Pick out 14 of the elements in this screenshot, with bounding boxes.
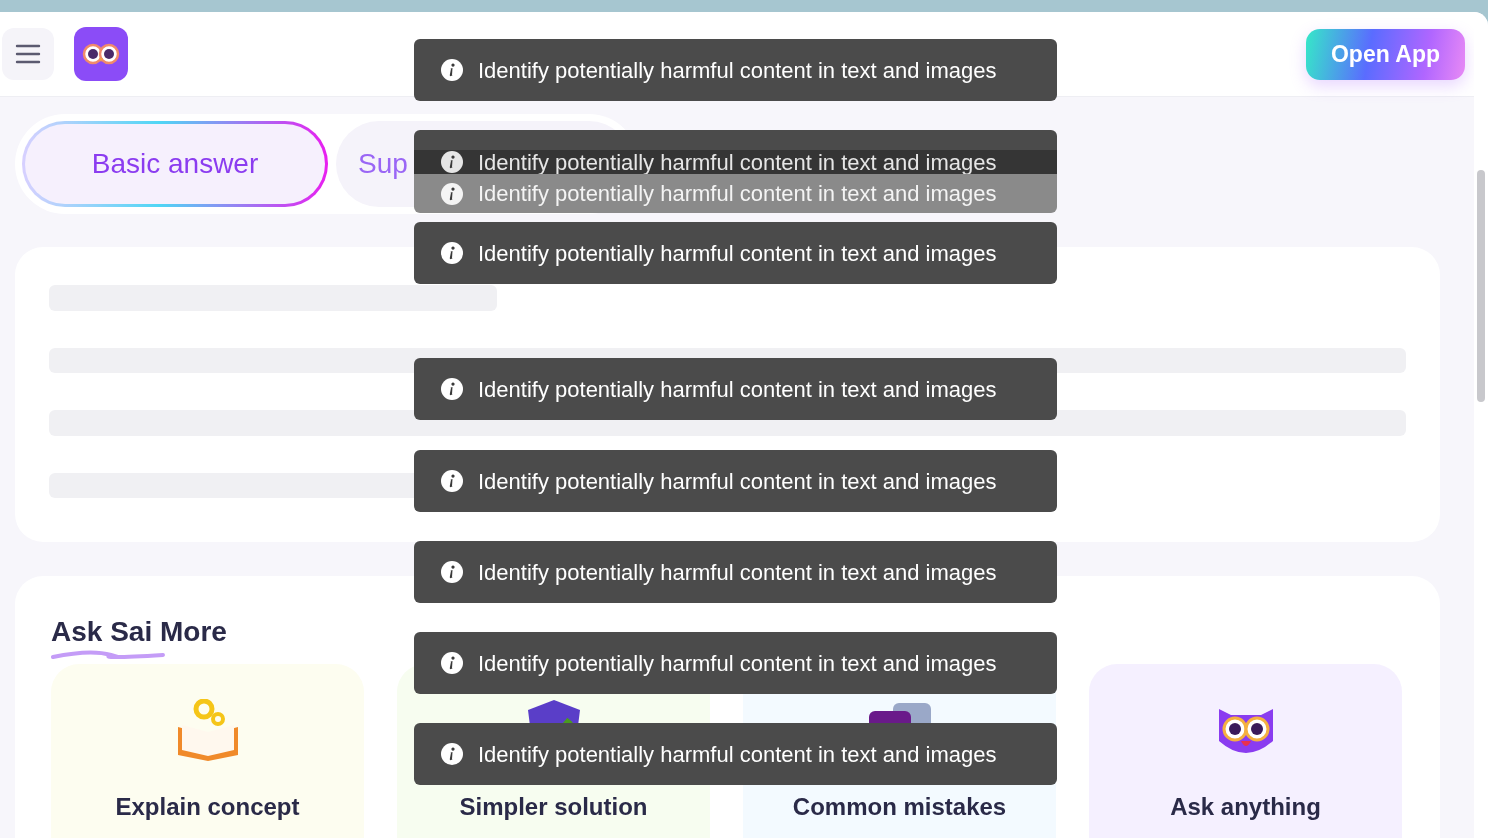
section-title: Ask Sai More <box>51 616 227 647</box>
toast-message: Identify potentially harmful content in text and images <box>478 649 997 678</box>
card-label: Common mistakes <box>792 794 1007 820</box>
toast-message: Identify potentially harmful content in text and images <box>478 180 997 208</box>
toast-message: Identify potentially harmful content in text and images <box>478 740 997 769</box>
toast-message: Identify potentially harmful content in text and images <box>478 56 997 85</box>
toast-message: Identify potentially harmful content in text and images <box>478 375 997 404</box>
toast-message: Identify potentially harmful content in text and images <box>478 148 997 177</box>
card-label: Simpler solution <box>459 794 648 820</box>
toast-message: Identify potentially harmful content in text and images <box>478 467 997 496</box>
card-label: Explain concept <box>115 794 300 820</box>
toast-message: Identify potentially harmful content in text and images <box>478 558 997 587</box>
toast-message: Identify potentially harmful content in text and images <box>478 239 997 268</box>
card-label: Ask anything <box>1170 794 1321 820</box>
